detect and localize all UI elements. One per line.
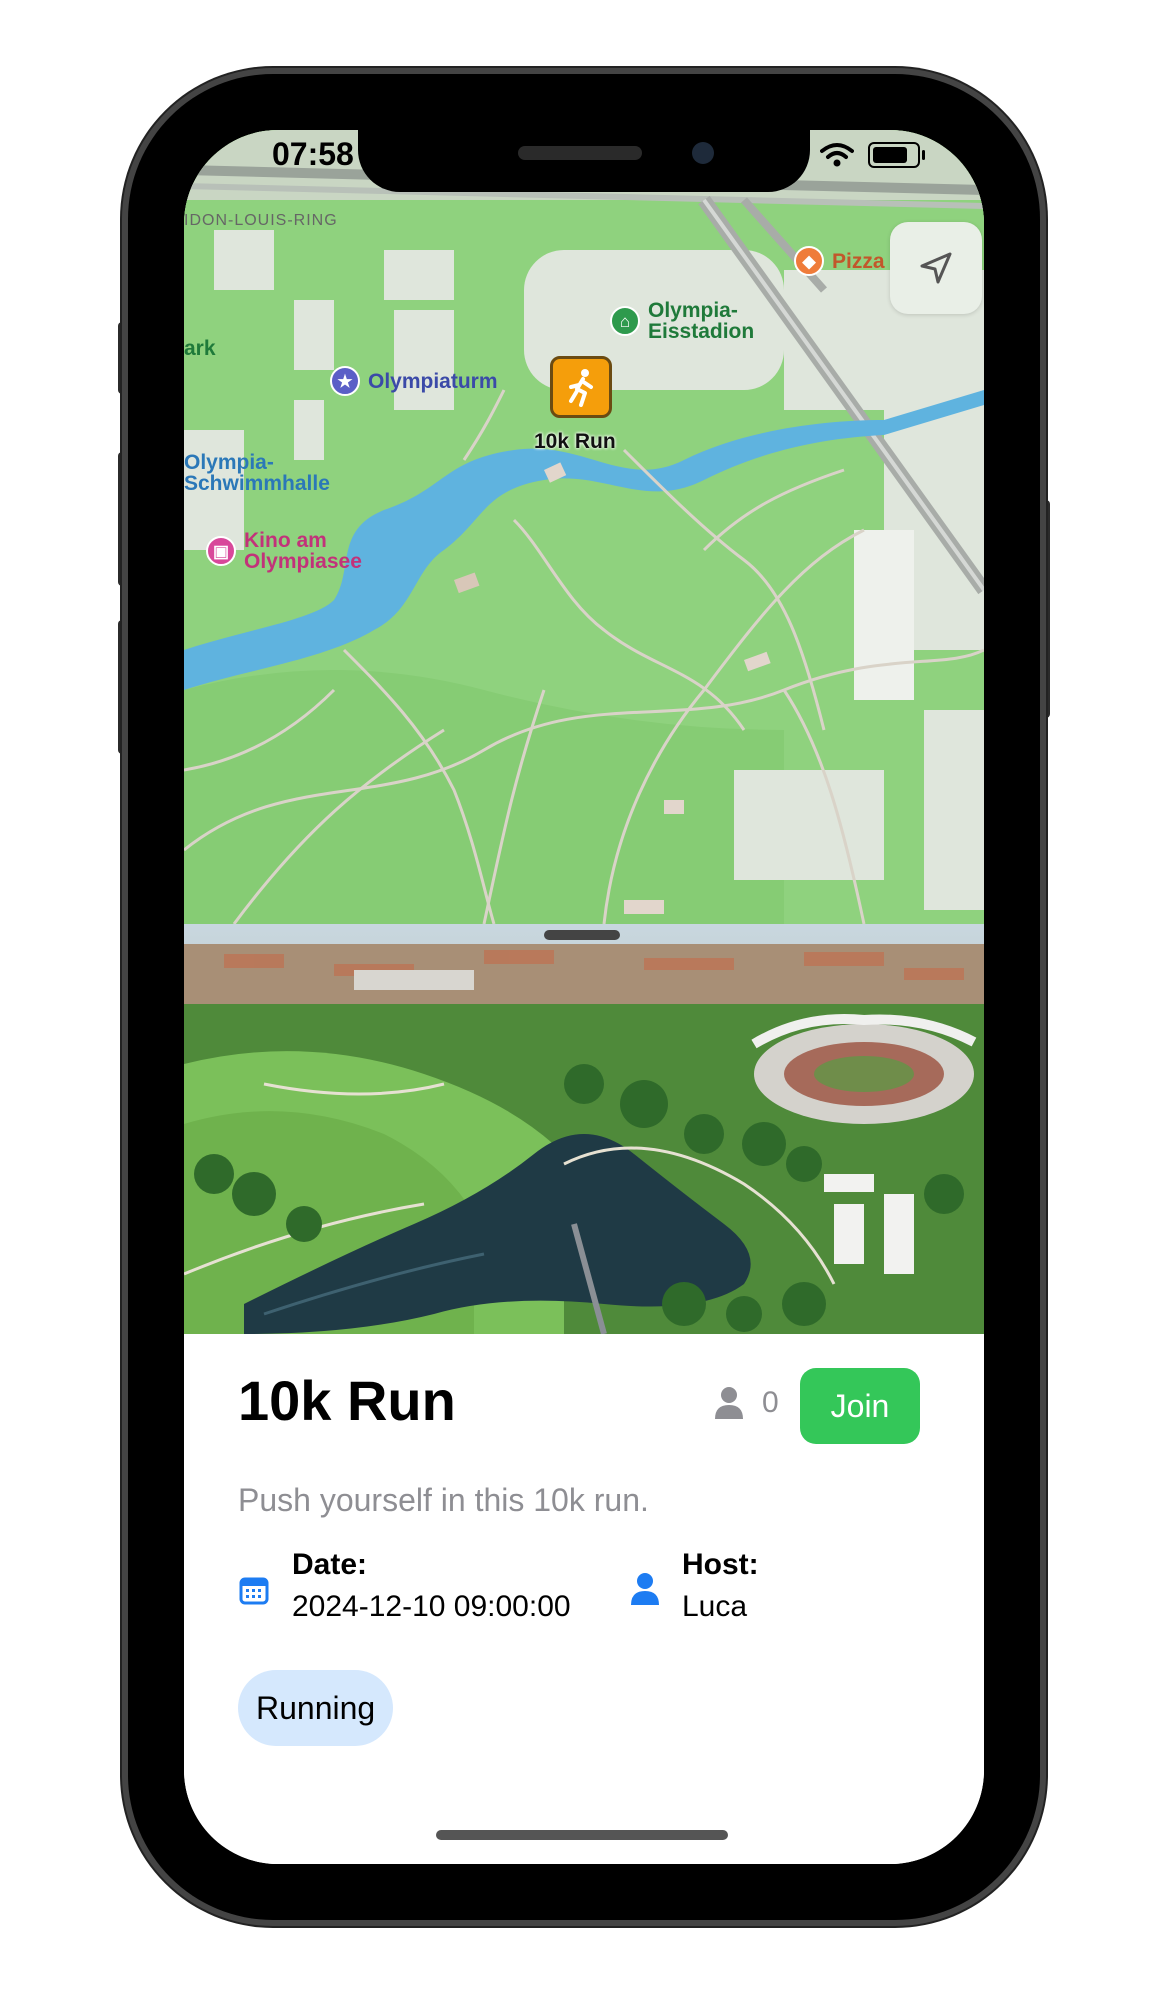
join-button[interactable]: Join bbox=[800, 1368, 920, 1444]
event-pin-label: 10k Run bbox=[534, 430, 616, 453]
participants-count: 0 bbox=[714, 1386, 779, 1420]
poi-eisstadion[interactable]: ⌂ Olympia- Eisstadion bbox=[610, 300, 754, 342]
aerial-park-image bbox=[184, 924, 984, 1334]
speaker bbox=[518, 146, 642, 160]
event-details-sheet: 10k Run 0 Join Push yourself in this 10k… bbox=[184, 1334, 984, 1864]
poi-kino[interactable]: ▣ Kino am Olympiasee bbox=[206, 530, 362, 572]
phone-screen: IDON-LOUIS-RING ◆ Pizza ⌂ Olympia- Eisst… bbox=[184, 130, 984, 1864]
home-indicator[interactable] bbox=[436, 1830, 728, 1840]
host-label: Host: bbox=[682, 1548, 759, 1581]
date-value: 2024-12-10 09:00:00 bbox=[292, 1590, 571, 1623]
calendar-icon bbox=[239, 1577, 269, 1605]
poi-label-park: ark bbox=[184, 337, 216, 360]
status-icons bbox=[820, 142, 925, 168]
poi-pizza[interactable]: ◆ Pizza bbox=[794, 246, 885, 276]
battery-icon bbox=[868, 142, 925, 168]
poi-label-schwimmhalle: Olympia- Schwimmhalle bbox=[184, 451, 330, 495]
status-time: 07:58 bbox=[272, 136, 354, 172]
event-title: 10k Run bbox=[238, 1369, 456, 1432]
road-label: IDON-LOUIS-RING bbox=[184, 212, 338, 229]
running-icon bbox=[569, 369, 593, 407]
poi-olympiaturm[interactable]: ★ Olympiaturm bbox=[330, 366, 498, 396]
wifi-icon bbox=[820, 143, 854, 167]
host-value: Luca bbox=[682, 1590, 748, 1623]
poi-label-pizza: Pizza bbox=[832, 249, 885, 273]
location-arrow-icon bbox=[920, 252, 952, 284]
star-icon: ★ bbox=[330, 366, 360, 396]
date-label: Date: bbox=[292, 1548, 368, 1581]
participants-count-value: 0 bbox=[762, 1386, 779, 1419]
category-tag[interactable]: Running bbox=[238, 1670, 394, 1746]
event-description: Push yourself in this 10k run. bbox=[238, 1482, 649, 1518]
phone-frame: IDON-LOUIS-RING ◆ Pizza ⌂ Olympia- Eisst… bbox=[128, 74, 1040, 1920]
notch bbox=[358, 130, 810, 192]
map-view[interactable]: IDON-LOUIS-RING ◆ Pizza ⌂ Olympia- Eisst… bbox=[184, 130, 984, 924]
stadium-icon: ⌂ bbox=[610, 306, 640, 336]
host-person-icon bbox=[631, 1573, 659, 1605]
sheet-grabber[interactable] bbox=[544, 930, 620, 940]
poi-label-olympiaturm: Olympiaturm bbox=[368, 369, 498, 393]
cinema-icon: ▣ bbox=[206, 536, 236, 566]
front-camera bbox=[692, 142, 714, 164]
poi-label-eisstadion: Olympia- Eisstadion bbox=[648, 299, 755, 343]
event-pin[interactable] bbox=[550, 356, 612, 418]
host-info: Host: Luca bbox=[630, 1548, 759, 1624]
pizza-icon: ◆ bbox=[794, 246, 824, 276]
poi-park[interactable]: ark bbox=[184, 338, 216, 359]
poi-label-kino: Kino am Olympiasee bbox=[244, 529, 362, 573]
locate-me-button[interactable] bbox=[890, 222, 982, 314]
poi-schwimmhalle[interactable]: Olympia- Schwimmhalle bbox=[184, 452, 330, 494]
person-icon bbox=[715, 1387, 743, 1419]
event-location-photo bbox=[184, 924, 984, 1334]
date-info: Date: 2024-12-10 09:00:00 bbox=[238, 1548, 571, 1624]
